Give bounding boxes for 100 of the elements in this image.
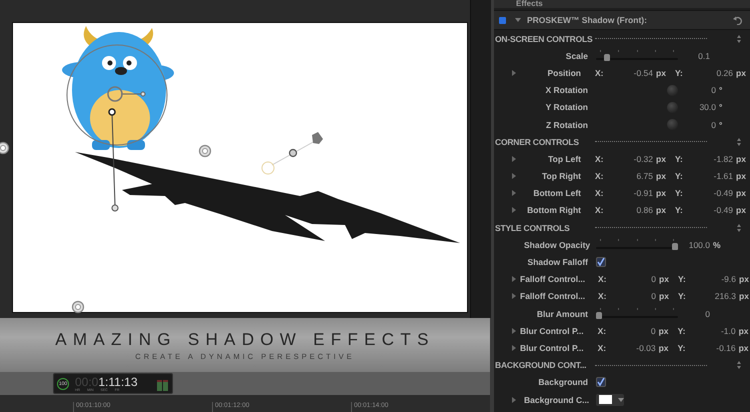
parameter-value[interactable]: 6.75 [615, 171, 653, 182]
corner-handle[interactable] [0, 142, 10, 154]
parameter-label: Background C... [524, 394, 588, 405]
falloff-handle[interactable] [262, 132, 323, 174]
unit-label: ° [719, 85, 724, 96]
disclosure-triangle-icon[interactable] [512, 156, 516, 162]
checkbox[interactable] [596, 257, 606, 268]
corner-handle[interactable] [198, 144, 212, 158]
parameter-value[interactable]: 0 [618, 326, 656, 336]
parameter-label: Falloff Control... [520, 274, 584, 284]
slider-thumb[interactable] [672, 243, 678, 250]
color-well[interactable] [596, 394, 624, 406]
disclosure-triangle-icon[interactable] [512, 70, 516, 76]
axis-label: X: [598, 326, 608, 336]
parameter-label: Bottom Right [526, 205, 581, 216]
parameter-label: Position [546, 68, 581, 78]
show-hide-icon[interactable] [737, 34, 741, 43]
timecode-value: 1:11:13 [98, 376, 138, 388]
parameter-value[interactable]: -0.32 [615, 154, 653, 164]
parameter-label: Shadow Falloff [526, 257, 588, 268]
parameter-label: Falloff Control... [520, 291, 584, 302]
reset-icon[interactable] [733, 16, 742, 24]
unit-label: px [736, 171, 747, 182]
axis-label: Y: [675, 205, 684, 216]
parameter-value[interactable]: -0.03 [618, 342, 656, 353]
parameter-label: Top Right [540, 171, 581, 182]
disclosure-triangle-icon[interactable] [512, 190, 516, 196]
unit-label: px [736, 154, 747, 164]
unit-label: px [658, 326, 670, 336]
section-header: ON-SCREEN CONTROLS [495, 34, 593, 44]
parameter-value[interactable]: -0.49 [695, 205, 733, 216]
parameter-label: Scale [564, 50, 588, 61]
parameter-value[interactable]: 100.0 [678, 240, 710, 250]
disclosure-triangle-icon[interactable] [515, 18, 521, 22]
parameter-label: Blur Control P... [520, 342, 584, 353]
parameter-value[interactable]: 0 [678, 120, 716, 130]
parameter-value[interactable]: -1.82 [695, 154, 733, 164]
position-handle[interactable] [107, 86, 146, 102]
disclosure-triangle-icon[interactable] [512, 344, 516, 351]
slider-thumb[interactable] [596, 312, 602, 320]
shadow-guide-line[interactable] [108, 108, 118, 212]
unit-label: px [659, 291, 670, 302]
disclosure-triangle-icon[interactable] [512, 276, 516, 282]
axis-label: X: [598, 342, 608, 353]
axis-label: X: [598, 274, 608, 284]
parameter-value[interactable]: -0.54 [615, 68, 653, 78]
parameter-value[interactable]: -0.91 [615, 188, 653, 198]
slider-thumb[interactable] [604, 54, 610, 62]
disclosure-triangle-icon[interactable] [512, 207, 516, 214]
unit-label: px [736, 205, 747, 216]
show-hide-icon[interactable] [737, 224, 741, 232]
unit-label: px [736, 68, 747, 78]
parameter-value[interactable]: -1.0 [698, 326, 736, 336]
axis-label: X: [598, 291, 608, 302]
parameter-label: Top Left [547, 154, 581, 164]
section-header: BACKGROUND CONT... [495, 360, 588, 370]
parameter-label: Blur Control P... [520, 326, 584, 336]
parameter-value[interactable]: -9.6 [698, 274, 736, 284]
disclosure-triangle-icon[interactable] [512, 293, 516, 300]
parameter-value[interactable]: 0.86 [615, 205, 653, 216]
axis-label: X: [595, 188, 604, 198]
parameter-label: Shadow Opacity [524, 240, 588, 250]
axis-label: X: [595, 68, 604, 78]
axis-label: Y: [675, 188, 684, 198]
parameter-value[interactable]: -0.49 [695, 188, 733, 198]
parameter-value[interactable]: 0 [678, 308, 710, 319]
effect-enable-checkbox[interactable] [499, 16, 506, 24]
corner-handle[interactable] [72, 300, 84, 314]
axis-label: Y: [678, 291, 687, 302]
parameter-label: X Rotation [544, 85, 588, 96]
parameter-label: Y Rotation [544, 102, 588, 112]
axis-label: Y: [678, 274, 687, 284]
unit-label: px [656, 188, 667, 198]
axis-label: X: [595, 171, 604, 182]
parameter-value[interactable]: -0.16 [698, 342, 736, 353]
unit-label: px [656, 171, 667, 182]
disclosure-triangle-icon[interactable] [512, 328, 516, 334]
section-header: CORNER CONTROLS [495, 136, 580, 147]
parameter-value[interactable]: 0.26 [695, 68, 733, 78]
parameter-value[interactable]: 0.1 [678, 50, 710, 61]
parameter-value[interactable]: 0 [618, 274, 656, 284]
section-header: STYLE CONTROLS [495, 222, 571, 233]
slider-track[interactable] [596, 308, 678, 320]
axis-label: Y: [678, 342, 686, 353]
parameter-value[interactable]: 0 [678, 85, 716, 96]
show-hide-icon[interactable] [737, 138, 741, 146]
checkbox[interactable] [596, 377, 606, 388]
axis-label: X: [595, 205, 604, 216]
show-hide-icon[interactable] [737, 361, 741, 370]
banner-title: AMAZING SHADOW EFFECTS [55, 330, 435, 350]
parameter-value[interactable]: 0 [618, 291, 656, 302]
axis-label: Y: [675, 68, 684, 78]
rotation-ring[interactable] [66, 44, 168, 146]
unit-label: px [739, 291, 750, 302]
axis-label: Y: [675, 154, 684, 164]
parameter-value[interactable]: 30.0 [678, 102, 716, 112]
parameter-value[interactable]: -1.61 [695, 171, 733, 182]
disclosure-triangle-icon[interactable] [512, 396, 516, 403]
parameter-value[interactable]: 216.3 [698, 291, 736, 302]
disclosure-triangle-icon[interactable] [512, 173, 516, 180]
